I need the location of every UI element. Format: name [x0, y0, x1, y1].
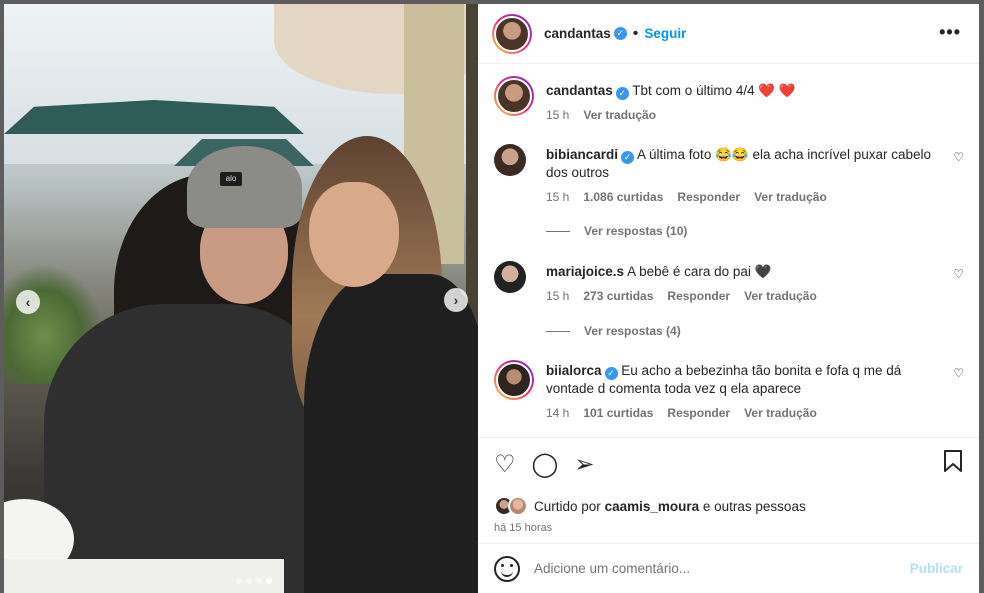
author-avatar[interactable]	[494, 76, 534, 116]
bookmark-icon[interactable]	[943, 450, 963, 478]
caption-hearts: ❤️ ❤️	[758, 83, 796, 98]
likes-text: Curtido por caamis_moura e outras pessoa…	[534, 499, 806, 514]
author-avatar[interactable]	[492, 13, 532, 54]
reply-button[interactable]: Responder	[667, 287, 730, 305]
photo-table	[4, 559, 284, 593]
chevron-left-icon[interactable]: ‹	[16, 290, 40, 314]
verified-icon: ✓	[615, 87, 629, 100]
action-icons: ♡ ◯ ➢	[494, 450, 594, 479]
comment-meta: 15 h 273 curtidas Responder Ver tradução	[546, 287, 946, 305]
caption-meta: 15 h Ver tradução	[546, 106, 946, 124]
liked-prefix: Curtido por	[534, 498, 601, 514]
comment-input[interactable]: Adicione um comentário...	[534, 561, 910, 576]
comment-username[interactable]: bibiancardi	[546, 147, 618, 162]
commenter-avatar[interactable]	[494, 360, 534, 400]
publish-button[interactable]: Publicar	[910, 561, 963, 576]
translate-link[interactable]: Ver tradução	[744, 404, 817, 422]
comment-time: 15 h	[546, 190, 570, 204]
comment-username[interactable]: mariajoice.s	[546, 264, 624, 279]
heart-icon[interactable]: ♡	[494, 450, 516, 479]
comment-heart-icon[interactable]: ♡	[953, 150, 964, 164]
carousel-dot	[236, 578, 242, 584]
photo-person-2-coat	[304, 274, 478, 593]
emoji-icon[interactable]	[494, 555, 520, 582]
post-actions: ♡ ◯ ➢ Curtido por caamis_moura e outras …	[478, 437, 979, 547]
comment-likes[interactable]: 101 curtidas	[583, 404, 653, 422]
verified-icon: ✓	[621, 151, 635, 164]
reply-button[interactable]: Responder	[677, 188, 740, 206]
comment-heart-icon[interactable]: ♡	[953, 366, 964, 380]
translate-link[interactable]: Ver tradução	[744, 287, 817, 305]
view-replies[interactable]: Ver respostas (4)	[546, 324, 681, 338]
carousel-dots	[236, 578, 272, 584]
verified-icon: ✓	[613, 27, 627, 40]
commenter-avatar[interactable]	[494, 144, 526, 176]
comments-list[interactable]: candantas ✓ Tbt com o último 4/4 ❤️ ❤️ 15…	[478, 64, 979, 437]
post-photo[interactable]: alo ‹ ›	[4, 4, 478, 593]
liked-suffix[interactable]: e outras pessoas	[703, 499, 806, 514]
reply-button[interactable]: Responder	[667, 404, 730, 422]
caption-text: Tbt com o último 4/4	[632, 83, 755, 98]
carousel-dot	[246, 578, 252, 584]
replies-line	[546, 330, 570, 332]
comment-meta: 14 h 101 curtidas Responder Ver tradução	[546, 404, 946, 422]
comment-heart-icon[interactable]: ♡	[953, 267, 964, 281]
liker-avatar[interactable]	[508, 496, 528, 516]
caption-body: candantas ✓ Tbt com o último 4/4 ❤️ ❤️ 15…	[546, 82, 946, 124]
carousel-dot-active	[266, 578, 272, 584]
carousel-dot	[256, 578, 262, 584]
likes-summary: Curtido por caamis_moura e outras pessoa…	[494, 496, 806, 516]
commenter-avatar[interactable]	[494, 261, 526, 293]
translate-link[interactable]: Ver tradução	[754, 188, 827, 206]
comment-icon[interactable]: ◯	[532, 450, 559, 479]
verified-icon: ✓	[604, 367, 618, 380]
post-panel: candantas ✓ • Seguir ••• candantas ✓ Tbt …	[478, 4, 979, 593]
photo-beanie	[187, 146, 302, 228]
comment-body: mariajoice.s A bebê é cara do pai 🖤 15 h…	[546, 263, 946, 305]
photo-person-2-face	[309, 182, 399, 287]
comment-meta: 15 h 1.086 curtidas Responder Ver traduç…	[546, 188, 946, 206]
chevron-right-icon[interactable]: ›	[444, 288, 468, 312]
caption-username[interactable]: candantas	[546, 83, 613, 98]
more-options-icon[interactable]: •••	[939, 22, 961, 43]
separator-dot: •	[632, 24, 639, 42]
modal-backdrop: alo ‹ › candantas ✓ • Seguir ••• candant…	[0, 0, 984, 593]
comment-username[interactable]: biialorca	[546, 363, 602, 378]
view-replies[interactable]: Ver respostas (10)	[546, 224, 687, 238]
comment-text: A bebê é cara do pai 🖤	[627, 264, 772, 279]
view-replies-label[interactable]: Ver respostas (4)	[584, 324, 681, 338]
translate-link[interactable]: Ver tradução	[583, 106, 656, 124]
comment-body: bibiancardi ✓ A última foto 😂😂 ela acha i…	[546, 146, 946, 206]
liked-user[interactable]: caamis_moura	[605, 499, 700, 514]
comment-time: 15 h	[546, 289, 570, 303]
post-time[interactable]: há 15 horas	[494, 522, 552, 534]
replies-line	[546, 230, 570, 232]
author-username[interactable]: candantas	[544, 26, 611, 41]
follow-button[interactable]: Seguir	[644, 26, 686, 41]
comment-likes[interactable]: 1.086 curtidas	[583, 188, 663, 206]
comment-likes[interactable]: 273 curtidas	[583, 287, 653, 305]
photo-beanie-logo: alo	[220, 172, 242, 186]
view-replies-label[interactable]: Ver respostas (10)	[584, 224, 687, 238]
comment-time: 14 h	[546, 406, 570, 420]
comment-body: biialorca ✓ Eu acho a bebezinha tão bonit…	[546, 362, 946, 422]
add-comment-bar: Adicione um comentário... Publicar	[478, 543, 979, 593]
post-header: candantas ✓ • Seguir •••	[478, 4, 979, 64]
share-icon[interactable]: ➢	[574, 450, 594, 479]
caption-time: 15 h	[546, 108, 570, 122]
